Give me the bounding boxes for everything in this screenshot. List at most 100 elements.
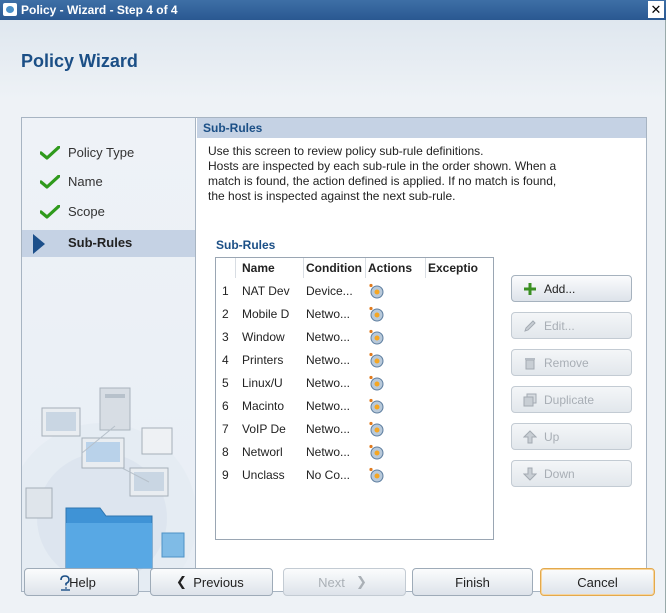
action-gear-icon xyxy=(369,329,384,345)
row-condition: Netwo... xyxy=(306,307,351,321)
edit-button-label: Edit... xyxy=(544,319,575,333)
column-header-condition[interactable]: Condition xyxy=(304,258,366,278)
pencil-icon xyxy=(524,320,536,332)
down-arrow-icon xyxy=(523,467,537,481)
row-condition: Netwo... xyxy=(306,399,351,413)
table-row[interactable]: 9 Unclass No Co... xyxy=(216,464,493,487)
description: Use this screen to review policy sub-rul… xyxy=(208,144,658,204)
duplicate-icon xyxy=(523,393,537,407)
remove-button-label: Remove xyxy=(544,356,589,370)
up-arrow-icon xyxy=(523,430,537,444)
row-condition: Netwo... xyxy=(306,445,351,459)
row-condition: Netwo... xyxy=(306,353,351,367)
row-name: VoIP De xyxy=(242,422,286,436)
table-row[interactable]: 3 Window Netwo... xyxy=(216,326,493,349)
column-header-index xyxy=(216,258,236,278)
row-name: Networl xyxy=(242,445,283,459)
action-gear-icon xyxy=(369,467,384,483)
close-button[interactable]: ✕ xyxy=(648,1,664,18)
cancel-button-label: Cancel xyxy=(577,575,618,590)
row-name: Unclass xyxy=(242,468,285,482)
current-step-arrow-icon xyxy=(33,234,45,254)
action-gear-icon xyxy=(369,444,384,460)
network-illustration-icon xyxy=(22,387,195,591)
row-index: 8 xyxy=(222,445,229,459)
table-row[interactable]: 2 Mobile D Netwo... xyxy=(216,303,493,326)
duplicate-button[interactable]: Duplicate xyxy=(511,386,632,413)
table-row[interactable]: 1 NAT Dev Device... xyxy=(216,280,493,303)
wizard-heading: Policy Wizard xyxy=(21,51,138,71)
step-scope[interactable]: Scope xyxy=(22,199,195,226)
finish-button-label: Finish xyxy=(455,575,490,590)
row-name: NAT Dev xyxy=(242,284,290,298)
cancel-button[interactable]: Cancel xyxy=(540,568,655,596)
finish-button[interactable]: Finish xyxy=(412,568,533,596)
up-button[interactable]: Up xyxy=(511,423,632,450)
down-button-label: Down xyxy=(544,467,575,481)
table-row[interactable]: 4 Printers Netwo... xyxy=(216,349,493,372)
table-row[interactable]: 7 VoIP De Netwo... xyxy=(216,418,493,441)
row-name: Window xyxy=(242,330,285,344)
description-line: Use this screen to review policy sub-rul… xyxy=(208,144,484,158)
row-index: 1 xyxy=(222,284,229,298)
subrules-table-label: Sub-Rules xyxy=(216,238,276,252)
next-button-label: Next xyxy=(318,575,345,590)
table-row[interactable]: 6 Macinto Netwo... xyxy=(216,395,493,418)
add-button[interactable]: Add... xyxy=(511,275,632,302)
content-header: Sub-Rules xyxy=(197,118,646,138)
row-index: 6 xyxy=(222,399,229,413)
row-name: Linux/U xyxy=(242,376,283,390)
checkmark-icon xyxy=(40,146,60,160)
checkmark-icon xyxy=(40,205,60,219)
action-gear-icon xyxy=(369,283,384,299)
previous-button[interactable]: ❮ Previous xyxy=(150,568,273,596)
row-name: Printers xyxy=(242,353,284,367)
column-header-name[interactable]: Name xyxy=(236,258,304,278)
next-button[interactable]: Next ❯ xyxy=(283,568,406,596)
column-header-actions[interactable]: Actions xyxy=(366,258,426,278)
step-name[interactable]: Name xyxy=(22,169,195,196)
row-name: Macinto xyxy=(242,399,285,413)
action-gear-icon xyxy=(369,398,384,414)
row-condition: Netwo... xyxy=(306,330,351,344)
row-condition: Device... xyxy=(306,284,353,298)
up-button-label: Up xyxy=(544,430,560,444)
action-gear-icon xyxy=(369,421,384,437)
row-index: 5 xyxy=(222,376,229,390)
table-header: Name Condition Actions Exceptio xyxy=(216,258,493,278)
wizard-dialog: Policy Wizard Policy Type Name Scope Sub… xyxy=(0,20,666,613)
duplicate-button-label: Duplicate xyxy=(544,393,595,407)
row-condition: Netwo... xyxy=(306,422,351,436)
table-row[interactable]: 5 Linux/U Netwo... xyxy=(216,372,493,395)
down-button[interactable]: Down xyxy=(511,460,632,487)
window-titlebar: Policy - Wizard - Step 4 of 4 ✕ xyxy=(0,0,666,20)
row-index: 2 xyxy=(222,307,229,321)
table-row[interactable]: 8 Networl Netwo... xyxy=(216,441,493,464)
step-policy-type[interactable]: Policy Type xyxy=(22,140,195,167)
step-sub-rules[interactable]: Sub-Rules xyxy=(22,230,195,257)
row-index: 3 xyxy=(222,330,229,344)
action-gear-icon xyxy=(369,306,384,322)
remove-button[interactable]: Remove xyxy=(511,349,632,376)
description-line: match is found, the action defined is ap… xyxy=(208,174,557,188)
action-gear-icon xyxy=(369,352,384,368)
row-index: 9 xyxy=(222,468,229,482)
help-button[interactable]: Help xyxy=(24,568,139,596)
column-header-exceptions[interactable]: Exceptio xyxy=(426,258,493,278)
description-line: Hosts are inspected by each sub-rule in … xyxy=(208,159,557,173)
steps-panel: Policy Type Name Scope Sub-Rules xyxy=(22,118,196,591)
window-title: Policy - Wizard - Step 4 of 4 xyxy=(21,3,178,17)
row-condition: Netwo... xyxy=(306,376,351,390)
help-button-label: Help xyxy=(69,575,96,590)
add-button-label: Add... xyxy=(544,282,576,296)
description-line: the host is inspected against the next s… xyxy=(208,189,456,203)
row-index: 7 xyxy=(222,422,229,436)
trash-icon xyxy=(525,358,535,370)
plus-icon xyxy=(524,283,536,295)
edit-button[interactable]: Edit... xyxy=(511,312,632,339)
app-icon xyxy=(3,3,17,16)
step-label: Sub-Rules xyxy=(68,235,133,250)
row-index: 4 xyxy=(222,353,229,367)
subrules-table[interactable]: Name Condition Actions Exceptio 1 NAT De… xyxy=(215,257,494,540)
checkmark-icon xyxy=(40,175,60,189)
